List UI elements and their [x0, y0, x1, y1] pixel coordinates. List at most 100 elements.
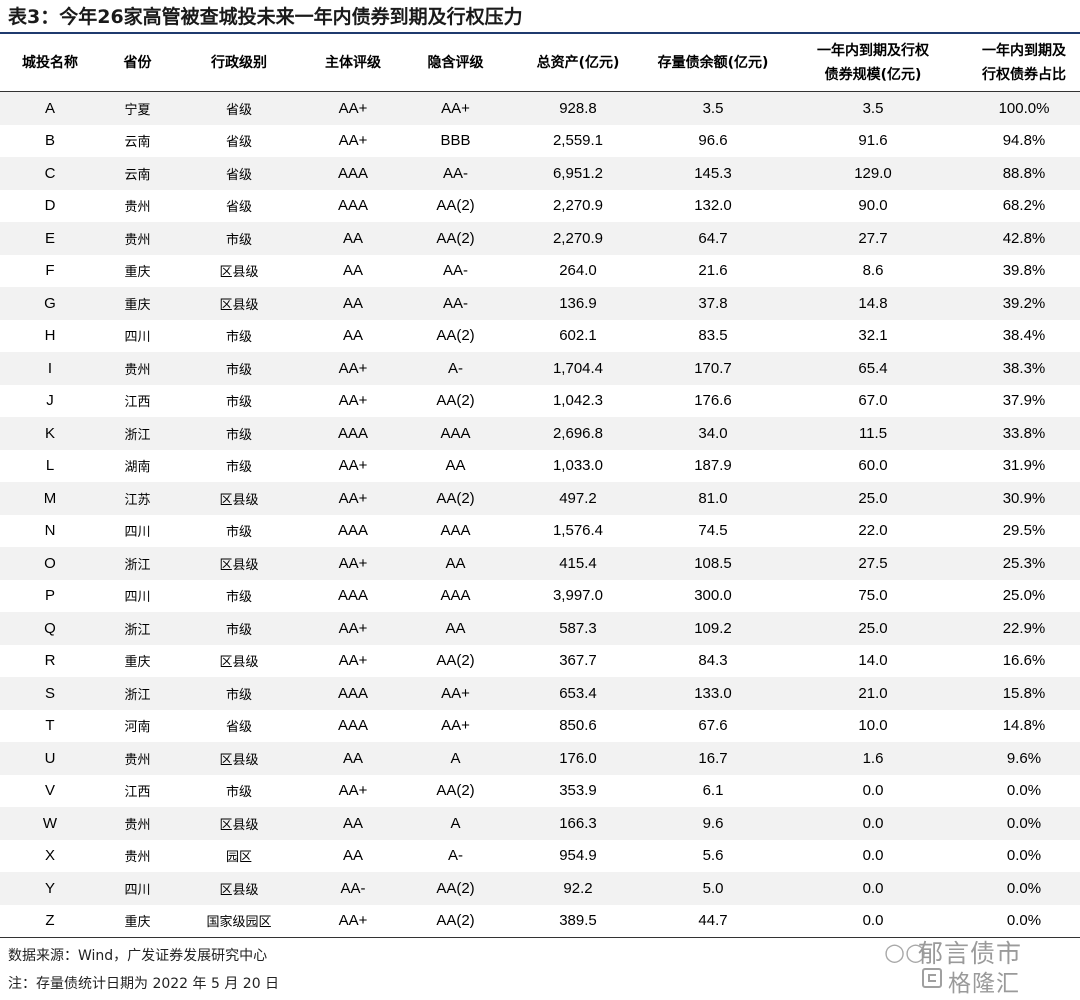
cell-maturing-amount: 65.4 [778, 352, 968, 385]
cell-issuer-rating: AA+ [303, 352, 403, 385]
cell-total-assets: 415.4 [508, 547, 648, 580]
cell-implied-rating: AA(2) [403, 222, 508, 255]
cell-maturing-amount: 14.8 [778, 287, 968, 320]
cell-outstanding-bonds: 108.5 [648, 547, 778, 580]
cell-province: 重庆 [124, 655, 151, 671]
cell-implied-rating: A- [403, 352, 508, 385]
cell-total-assets: 954.9 [559, 847, 597, 865]
cell-maturing-ratio: 0.0% [1006, 782, 1042, 800]
cell-name: V [44, 782, 55, 800]
cell-admin-level: 区县级 [175, 482, 303, 515]
cell-outstanding-bonds: 187.9 [694, 457, 732, 475]
cell-total-assets: 2,559.1 [552, 132, 604, 150]
cell-maturing-ratio: 39.2% [968, 287, 1080, 320]
cell-issuer-rating: AAA [303, 677, 403, 710]
cell-province: 贵州 [100, 352, 175, 385]
cell-province: 四川 [100, 872, 175, 905]
cell-admin-level: 市级 [175, 222, 303, 255]
cell-total-assets: 850.6 [559, 717, 597, 735]
header-maturing-amount-line2: 债券规模(亿元) [824, 66, 922, 83]
cell-maturing-amount: 0.0 [778, 807, 968, 840]
cell-maturing-amount: 27.7 [778, 222, 968, 255]
cell-issuer-rating: AA+ [338, 392, 368, 410]
cell-issuer-rating: AA [303, 222, 403, 255]
cell-name: D [44, 197, 56, 215]
cell-issuer-rating: AA+ [303, 904, 403, 938]
cell-admin-level: 市级 [225, 785, 252, 801]
cell-province: 浙江 [100, 547, 175, 580]
cell-outstanding-bonds: 109.2 [648, 612, 778, 645]
cell-maturing-ratio: 22.9% [968, 612, 1080, 645]
cell-issuer-rating: AAA [303, 157, 403, 190]
cell-maturing-ratio: 39.8% [1002, 262, 1046, 280]
cell-outstanding-bonds: 3.5 [648, 91, 778, 125]
cell-outstanding-bonds: 84.3 [698, 652, 728, 670]
table-row: D 贵州 省级 AAA AA(2) 2,270.9 132.0 90.0 68.2% [0, 190, 1080, 223]
cell-issuer-rating: AA+ [338, 782, 368, 800]
cell-outstanding-bonds: 176.6 [694, 392, 732, 410]
cell-name: S [0, 677, 100, 710]
cell-maturing-amount: 1.6 [778, 742, 968, 775]
cell-maturing-amount: 10.0 [858, 717, 888, 735]
cell-implied-rating: AA+ [403, 91, 508, 125]
header-maturing-ratio-line2: 行权债券占比 [982, 66, 1066, 83]
cell-name: R [44, 652, 56, 670]
cell-maturing-ratio: 14.8% [1002, 717, 1046, 735]
cell-implied-rating: AAA [440, 522, 471, 540]
table-row: L 湖南 市级 AA+ AA 1,033.0 187.9 60.0 31.9% [0, 450, 1080, 483]
cell-maturing-ratio: 38.4% [1002, 327, 1046, 345]
cell-issuer-rating: AAA [337, 522, 368, 540]
table-row: U 贵州 区县级 AA A 176.0 16.7 1.6 9.6% [0, 742, 1080, 775]
cell-implied-rating: AA- [442, 262, 468, 280]
cell-maturing-ratio: 42.8% [968, 222, 1080, 255]
cell-issuer-rating: AA [342, 262, 363, 280]
cell-issuer-rating: AAA [303, 417, 403, 450]
cell-province: 重庆 [100, 904, 175, 938]
cell-admin-level: 区县级 [175, 742, 303, 775]
cell-total-assets: 1,033.0 [552, 457, 604, 475]
cell-outstanding-bonds: 74.5 [698, 522, 728, 540]
header-maturing-ratio: 一年内到期及 行权债券占比 [968, 34, 1080, 92]
table-row: V 江西 市级 AA+ AA(2) 353.9 6.1 0.0 0.0% [0, 775, 1080, 808]
cell-maturing-ratio: 88.8% [968, 157, 1080, 190]
table-row: I 贵州 市级 AA+ A- 1,704.4 170.7 65.4 38.3% [0, 352, 1080, 385]
cell-name: G [0, 287, 100, 320]
cell-implied-rating: AA(2) [436, 652, 475, 670]
cell-maturing-amount: 25.0 [778, 482, 968, 515]
cell-issuer-rating: AA+ [338, 652, 368, 670]
cell-outstanding-bonds: 9.6 [648, 807, 778, 840]
cell-implied-rating: AA(2) [436, 197, 475, 215]
table-row: Z 重庆 国家级园区 AA+ AA(2) 389.5 44.7 0.0 0.0% [0, 904, 1080, 938]
cell-outstanding-bonds: 83.5 [698, 327, 728, 345]
cell-admin-level: 省级 [225, 135, 252, 151]
cell-admin-level: 市级 [225, 590, 252, 606]
cell-outstanding-bonds: 81.0 [648, 482, 778, 515]
cell-outstanding-bonds: 16.7 [648, 742, 778, 775]
cell-maturing-ratio: 0.0% [1006, 847, 1042, 865]
header-maturing-amount-line1: 一年内到期及行权 [817, 42, 929, 59]
cell-total-assets: 2,270.9 [552, 197, 604, 215]
cell-total-assets: 176.0 [508, 742, 648, 775]
cell-maturing-amount: 25.0 [778, 612, 968, 645]
cell-issuer-rating: AAA [337, 717, 368, 735]
cell-outstanding-bonds: 37.8 [648, 287, 778, 320]
cell-implied-rating: AA [445, 457, 466, 475]
cell-total-assets: 264.0 [559, 262, 597, 280]
cell-issuer-rating: AAA [337, 197, 368, 215]
cell-name: Z [0, 904, 100, 938]
table-row: E 贵州 市级 AA AA(2) 2,270.9 64.7 27.7 42.8% [0, 222, 1080, 255]
cell-total-assets: 353.9 [559, 782, 597, 800]
cell-maturing-ratio: 25.0% [1002, 587, 1046, 605]
cell-province: 江苏 [100, 482, 175, 515]
cell-name: F [45, 262, 55, 280]
cell-outstanding-bonds: 44.7 [648, 904, 778, 938]
cell-implied-rating: A- [448, 847, 463, 865]
cell-issuer-rating: AA+ [303, 547, 403, 580]
cell-maturing-amount: 21.0 [778, 677, 968, 710]
cell-outstanding-bonds: 6.1 [702, 782, 724, 800]
cell-outstanding-bonds: 34.0 [648, 417, 778, 450]
cell-implied-rating: AA [403, 612, 508, 645]
table-row: W 贵州 区县级 AA A 166.3 9.6 0.0 0.0% [0, 807, 1080, 840]
cell-name: J [46, 392, 54, 410]
cell-admin-level: 市级 [175, 612, 303, 645]
